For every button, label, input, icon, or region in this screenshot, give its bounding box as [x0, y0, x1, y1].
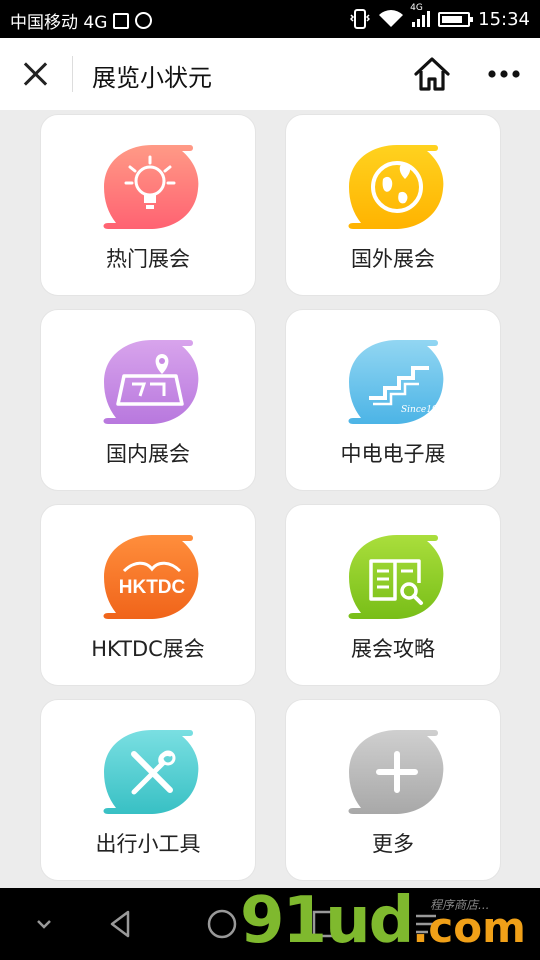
status-right: 4G 15:34 — [350, 3, 530, 30]
close-button[interactable] — [18, 56, 54, 92]
card-label: 展会攻略 — [351, 637, 435, 661]
battery-icon — [438, 11, 474, 27]
network-type-label: 4G — [410, 3, 423, 13]
ceec-logo-icon: Since1964 — [348, 340, 449, 424]
app-header: 展览小状元 — [0, 38, 540, 110]
tools-icon — [103, 730, 199, 814]
clock-label: 15:34 — [478, 8, 530, 30]
header-divider — [72, 56, 73, 92]
wifi-icon — [379, 10, 404, 27]
signal-icon: 4G — [410, 3, 431, 27]
chevron-down-icon[interactable] — [34, 914, 54, 934]
card-travel-tools[interactable]: 出行小工具 — [40, 699, 256, 881]
back-button[interactable] — [106, 908, 134, 940]
card-hktdc-exhibitions[interactable]: HKTDC HKTDC展会 — [40, 504, 256, 686]
status-left: 中国移动 4G — [10, 8, 153, 33]
card-hot-exhibitions[interactable]: 热门展会 — [40, 114, 256, 296]
card-label: 国内展会 — [106, 442, 190, 466]
card-label: 中电电子展 — [340, 442, 446, 466]
card-label: 国外展会 — [351, 247, 435, 271]
page-title: 展览小状元 — [92, 64, 212, 92]
card-exhibition-guide[interactable]: 展会攻略 — [285, 504, 501, 686]
watermark-small-text: 程序商店... — [430, 898, 490, 912]
card-label: 热门展会 — [106, 247, 190, 271]
ceec-since-text: Since1964 — [401, 405, 449, 415]
lightbulb-icon — [103, 145, 199, 229]
app-notification-icon — [135, 12, 153, 29]
card-label: 出行小工具 — [95, 832, 201, 856]
more-menu-button[interactable] — [484, 54, 524, 94]
image-notification-icon — [113, 12, 130, 29]
card-label: 更多 — [372, 832, 414, 856]
feature-grid: 热门展会 国外展会 国内展会 Since1964 中电电子展 HKTDC HKT… — [0, 110, 540, 888]
carrier-label: 中国移动 4G — [10, 13, 108, 33]
map-pin-icon — [103, 340, 199, 424]
card-domestic-exhibitions[interactable]: 国内展会 — [40, 309, 256, 491]
book-search-icon — [348, 535, 444, 619]
card-label: HKTDC展会 — [91, 637, 205, 661]
home-button[interactable] — [412, 54, 452, 94]
hktdc-logo-icon: HKTDC — [103, 535, 199, 619]
home-nav-button[interactable] — [206, 908, 238, 940]
card-overseas-exhibitions[interactable]: 国外展会 — [285, 114, 501, 296]
globe-pin-icon — [348, 145, 444, 229]
card-ceec-exhibition[interactable]: Since1964 中电电子展 — [285, 309, 501, 491]
status-bar: 中国移动 4G 4G 15:34 — [0, 0, 540, 38]
hktdc-logo-text: HKTDC — [119, 577, 186, 598]
plus-icon — [348, 730, 444, 814]
card-more[interactable]: 更多 — [285, 699, 501, 881]
vibrate-icon — [350, 9, 371, 29]
watermark-text: 91ud — [240, 884, 414, 958]
